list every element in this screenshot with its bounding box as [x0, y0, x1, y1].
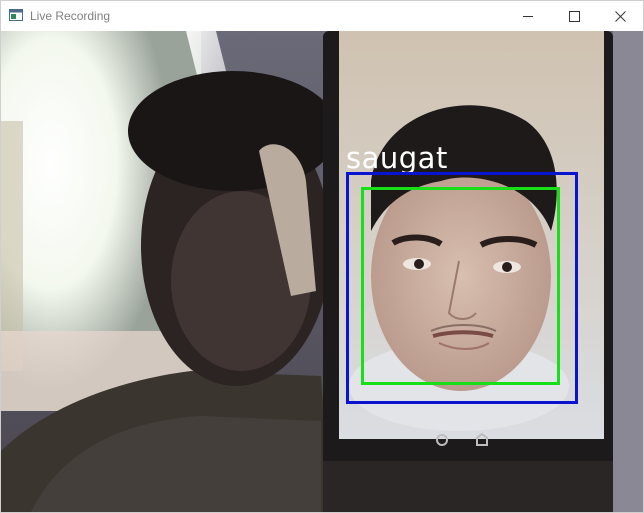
video-feed: saugat [1, 31, 643, 512]
window-title: Live Recording [30, 9, 111, 23]
maximize-icon [568, 10, 580, 22]
title-bar[interactable]: Live Recording [1, 1, 643, 31]
maximize-button[interactable] [551, 1, 597, 31]
minimize-icon [522, 15, 533, 17]
recognized-name-label: saugat [346, 141, 448, 175]
face-detection-box [361, 187, 560, 385]
app-window: Live Recording saugat [0, 0, 644, 513]
close-button[interactable] [597, 1, 643, 31]
app-window-icon [9, 9, 23, 21]
close-icon [614, 10, 626, 22]
minimize-button[interactable] [505, 1, 551, 31]
